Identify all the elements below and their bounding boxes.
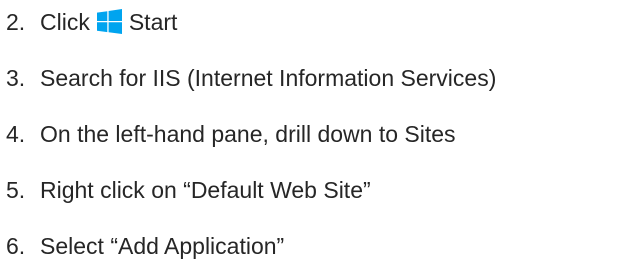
- step-4: 4. On the left-hand pane, drill down to …: [6, 116, 456, 152]
- step-2: 2. Click Start: [6, 4, 177, 40]
- step-5: 5. Right click on “Default Web Site”: [6, 172, 371, 208]
- step-text: Select “Add Application”: [40, 232, 285, 259]
- step-number: 5.: [6, 176, 26, 203]
- instruction-document: 2. Click Start 3. Search for IIS (Intern…: [0, 0, 636, 280]
- step-3: 3. Search for IIS (Internet Information …: [6, 60, 496, 96]
- step-text: Click Start: [40, 8, 178, 35]
- step-number: 4.: [6, 120, 26, 147]
- step-text: On the left-hand pane, drill down to Sit…: [40, 120, 456, 147]
- step-text: Right click on “Default Web Site”: [40, 176, 371, 203]
- step-number: 6.: [6, 232, 26, 259]
- step-6: 6. Select “Add Application”: [6, 228, 284, 264]
- step-number: 3.: [6, 64, 26, 91]
- step-number: 2.: [6, 8, 26, 35]
- step-text-after-icon: Start: [128, 8, 178, 35]
- step-text: Search for IIS (Internet Information Ser…: [40, 64, 497, 91]
- step-text-before-icon: Click: [40, 8, 90, 35]
- windows-start-icon: [96, 8, 122, 34]
